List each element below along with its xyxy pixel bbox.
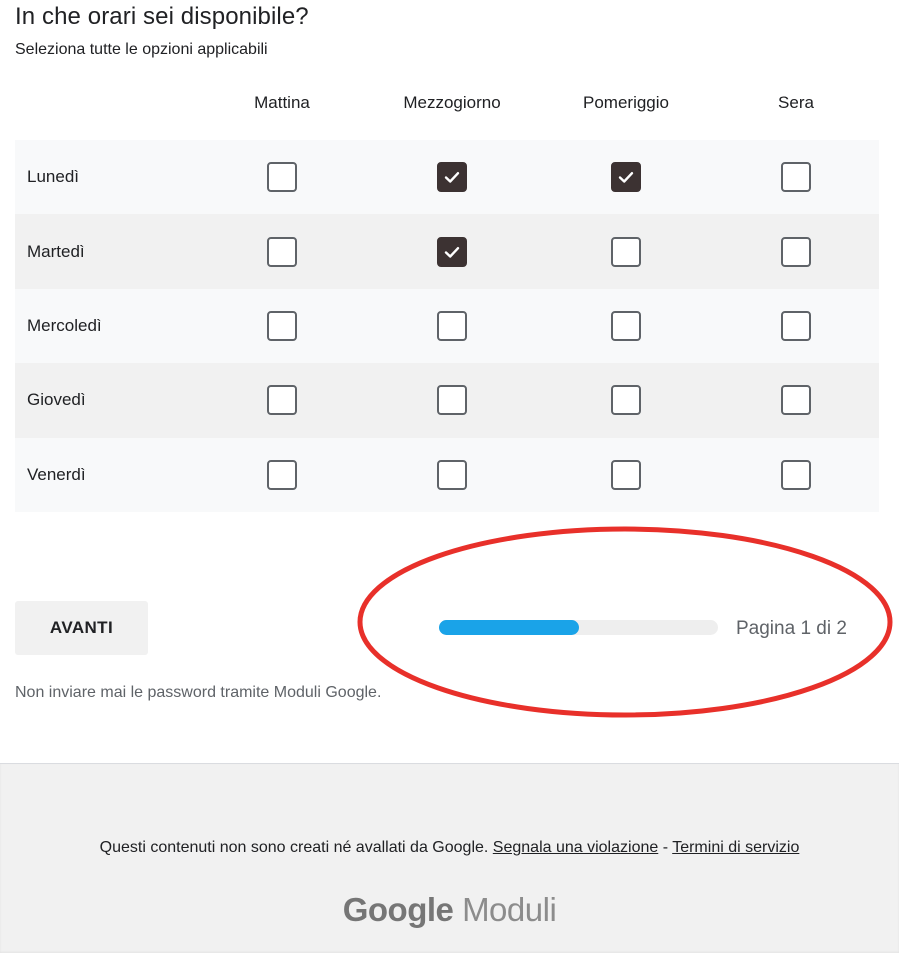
footer-disclaimer: Questi contenuti non sono creati né aval… — [0, 839, 899, 857]
terms-of-service-link[interactable]: Termini di servizio — [672, 839, 799, 856]
checkbox[interactable] — [781, 385, 811, 416]
checkbox-grid: Mattina Mezzogiorno Pomeriggio Sera Lunedì M… — [15, 82, 879, 512]
check-icon — [444, 172, 460, 183]
row-label: Giovedì — [27, 390, 86, 410]
checkbox[interactable] — [611, 236, 641, 267]
checkbox[interactable] — [437, 459, 467, 490]
disclaimer-text: Questi contenuti non sono creati né aval… — [99, 839, 489, 856]
next-button[interactable]: AVANTI — [15, 601, 148, 655]
annotation-ellipse — [357, 526, 893, 718]
row-label: Mercoledì — [27, 315, 102, 335]
grid-body: Lunedì Martedì Mercoledì Giovedì Venerdì — [15, 140, 879, 512]
checkbox[interactable] — [611, 385, 641, 416]
google-forms-logo[interactable]: Google Moduli — [0, 891, 899, 929]
row-label: Venerdì — [27, 464, 86, 484]
column-header: Mezzogiorno — [403, 93, 501, 112]
checkbox[interactable] — [267, 162, 297, 193]
check-icon — [444, 246, 460, 258]
checkbox[interactable] — [267, 236, 297, 267]
grid-header: Mattina Mezzogiorno Pomeriggio Sera — [15, 82, 879, 140]
checkbox[interactable] — [437, 385, 467, 416]
footer: Questi contenuti non sono creati né aval… — [0, 763, 899, 953]
question-title: In che orari sei disponibile? — [15, 3, 309, 30]
question-subtitle: Seleziona tutte le opzioni applicabili — [15, 41, 268, 58]
checkbox[interactable] — [267, 459, 297, 490]
checkbox[interactable] — [781, 459, 811, 490]
checkbox[interactable] — [437, 236, 467, 267]
check-icon — [618, 172, 634, 183]
grid-row: Mercoledì — [15, 288, 879, 364]
grid-row: Lunedì — [15, 140, 879, 215]
column-header: Pomeriggio — [583, 93, 669, 112]
column-header: Sera — [778, 93, 814, 112]
checkbox[interactable] — [781, 236, 811, 267]
row-label: Lunedì — [27, 167, 79, 187]
checkbox[interactable] — [611, 459, 641, 490]
checkbox[interactable] — [267, 385, 297, 416]
grid-row: Venerdì — [15, 437, 879, 512]
brand-product: Moduli — [462, 891, 557, 928]
grid-row: Martedì — [15, 214, 879, 289]
password-warning: Non inviare mai le password tramite Modu… — [15, 684, 382, 701]
checkbox[interactable] — [781, 310, 811, 341]
grid-row: Giovedì — [15, 363, 879, 438]
brand-google: Google — [342, 891, 454, 928]
checkbox[interactable] — [437, 310, 467, 341]
checkbox[interactable] — [437, 162, 467, 193]
footer-separator: - — [658, 839, 673, 856]
row-label: Martedì — [27, 241, 85, 261]
checkbox[interactable] — [611, 310, 641, 341]
report-abuse-link[interactable]: Segnala una violazione — [493, 839, 658, 856]
column-header: Mattina — [254, 93, 310, 112]
checkbox[interactable] — [611, 162, 641, 193]
checkbox[interactable] — [781, 162, 811, 193]
checkbox[interactable] — [267, 310, 297, 341]
